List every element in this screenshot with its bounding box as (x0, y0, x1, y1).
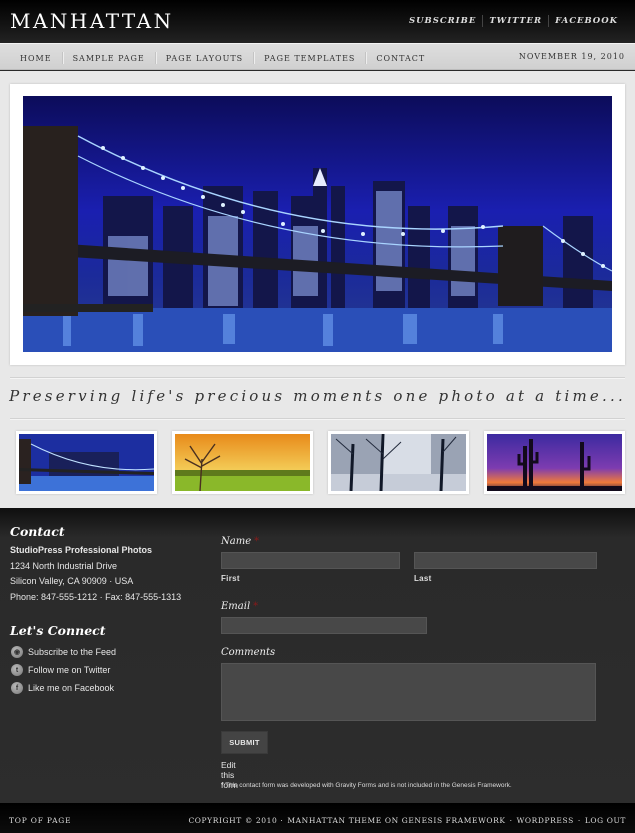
current-date: NOVEMBER 19, 2010 (518, 52, 625, 61)
site-footer: TOP OF PAGE COPYRIGHT © 2010 · MANHATTAN… (0, 803, 635, 833)
follow-twitter-label: Follow me on Twitter (28, 665, 111, 675)
nav-home[interactable]: HOME (10, 54, 62, 63)
form-note: * This contact form was developed with G… (221, 782, 512, 789)
phone-fax: Phone: 847-555-1212 · Fax: 847-555-1313 (10, 591, 182, 602)
divider (548, 15, 550, 27)
divider (10, 418, 625, 419)
follow-twitter-link[interactable]: t Follow me on Twitter (11, 661, 116, 679)
nav-page-templates[interactable]: PAGE TEMPLATES (254, 54, 365, 63)
footer-credits: COPYRIGHT © 2010 · MANHATTAN THEME ON GE… (188, 816, 626, 825)
nav-page-layouts[interactable]: PAGE LAYOUTS (156, 54, 253, 63)
email-input[interactable] (221, 617, 427, 634)
first-name-input[interactable] (221, 552, 400, 569)
thumbnail-tree-image (175, 434, 310, 491)
facebook-link[interactable]: FACEBOOK (555, 16, 618, 26)
thumbnail-desert[interactable] (484, 431, 625, 494)
facebook-icon: f (11, 682, 23, 694)
separator: · (577, 816, 581, 825)
subscribe-feed-link[interactable]: ◉ Subscribe to the Feed (11, 643, 116, 661)
separator: · (509, 816, 513, 825)
theme-link[interactable]: MANHATTAN THEME ON GENESIS FRAMEWORK (287, 816, 505, 825)
contact-info: StudioPress Professional Photos 1234 Nor… (10, 543, 181, 605)
nav-contact[interactable]: CONTACT (366, 54, 435, 63)
last-name-input[interactable] (414, 552, 597, 569)
comments-label: Comments (221, 647, 276, 658)
thumbnail-desert-image (487, 434, 622, 491)
address-line-2: Silicon Valley, CA 90909 · USA (10, 576, 134, 586)
email-label-text: Email (221, 601, 251, 612)
hero-frame (10, 84, 625, 365)
thumbnail-gallery (16, 431, 625, 494)
like-facebook-label: Like me on Facebook (28, 683, 115, 693)
divider (482, 15, 484, 27)
logout-link[interactable]: LOG OUT (585, 816, 626, 825)
rss-icon: ◉ (11, 646, 23, 658)
subscribe-feed-label: Subscribe to the Feed (28, 647, 117, 657)
tagline: Preserving life's precious moments one p… (9, 387, 626, 405)
main-content: Preserving life's precious moments one p… (0, 71, 635, 508)
top-links: SUBSCRIBE TWITTER FACEBOOK (409, 15, 618, 27)
twitter-link[interactable]: TWITTER (489, 16, 542, 26)
thumbnail-winter-image (331, 434, 466, 491)
contact-heading: Contact (10, 524, 65, 539)
name-label: Name * (221, 536, 259, 547)
site-header: MANHATTAN SUBSCRIBE TWITTER FACEBOOK (0, 0, 635, 43)
subscribe-link[interactable]: SUBSCRIBE (409, 16, 476, 26)
company-name: StudioPress Professional Photos (10, 545, 153, 555)
wordpress-link[interactable]: WORDPRESS (517, 816, 574, 825)
footer-widgets: Contact StudioPress Professional Photos … (0, 508, 635, 803)
like-facebook-link[interactable]: f Like me on Facebook (11, 679, 116, 697)
hero-image-art (23, 126, 612, 352)
connect-links: ◉ Subscribe to the Feed t Follow me on T… (11, 643, 116, 697)
name-label-text: Name (221, 536, 252, 547)
comments-textarea[interactable] (221, 663, 596, 721)
thumbnail-winter[interactable] (328, 431, 469, 494)
thumbnail-tree[interactable] (172, 431, 313, 494)
address-line-1: 1234 North Industrial Drive (10, 560, 118, 571)
required-mark: * (253, 601, 259, 612)
site-logo[interactable]: MANHATTAN (10, 9, 174, 33)
submit-button[interactable]: SUBMIT (221, 731, 268, 754)
thumbnail-bridge[interactable] (16, 431, 157, 494)
top-of-page-link[interactable]: TOP OF PAGE (9, 816, 71, 825)
email-label: Email * (221, 601, 258, 612)
copyright-text: COPYRIGHT © 2010 · (188, 816, 284, 825)
hero-image (23, 96, 612, 352)
thumbnail-bridge-image (19, 434, 154, 491)
last-name-sublabel: Last (414, 574, 432, 583)
first-name-sublabel: First (221, 574, 240, 583)
nav-sample-page[interactable]: SAMPLE PAGE (63, 54, 155, 63)
twitter-icon: t (11, 664, 23, 676)
divider (10, 377, 625, 378)
required-mark: * (254, 536, 260, 547)
connect-heading: Let's Connect (10, 623, 106, 638)
